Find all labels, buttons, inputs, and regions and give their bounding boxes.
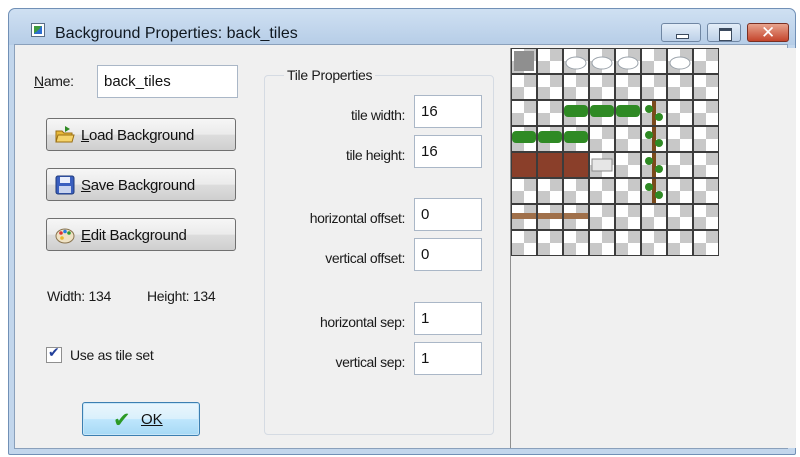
folder-open-icon [55, 126, 75, 143]
title-bar[interactable]: Background Properties: back_tiles ✕ [9, 9, 795, 45]
vertical-sep-input[interactable]: 1 [414, 342, 482, 375]
checkmark-icon: ✔ [113, 408, 131, 432]
tile-width-label: tile width: [351, 107, 405, 123]
name-label: Name: [34, 73, 74, 89]
background-preview-pane[interactable] [510, 48, 796, 448]
minimize-button[interactable] [661, 23, 701, 42]
tile-properties-title: Tile Properties [284, 67, 376, 83]
name-input[interactable]: back_tiles [97, 65, 238, 98]
save-background-button[interactable]: Save Background [46, 168, 236, 201]
use-as-tileset-checkbox[interactable]: ✔ [46, 345, 62, 363]
edit-background-button[interactable]: Edit Background [46, 218, 236, 251]
window-title: Background Properties: back_tiles [55, 25, 298, 42]
vertical-offset-label: vertical offset: [325, 250, 405, 266]
maximize-button[interactable] [707, 23, 741, 42]
name-label-text: ame: [43, 73, 74, 89]
vertical-offset-input[interactable]: 0 [414, 238, 482, 271]
ok-label: OK [141, 411, 163, 428]
ok-button[interactable]: ✔ OK [82, 402, 200, 436]
checkmark-icon: ✔ [48, 345, 60, 361]
close-icon: ✕ [761, 23, 776, 43]
tileset-preview-image [511, 48, 719, 256]
paint-palette-icon [55, 228, 75, 244]
width-readout: Width: 134 [47, 288, 111, 304]
close-button[interactable]: ✕ [747, 23, 789, 43]
edit-label: dit Background [90, 227, 187, 244]
tile-height-input[interactable]: 16 [414, 135, 482, 168]
horizontal-offset-input[interactable]: 0 [414, 198, 482, 231]
load-label: oad Background [89, 127, 195, 144]
background-resource-icon [31, 23, 45, 37]
floppy-disk-icon [55, 175, 75, 195]
horizontal-offset-label: horizontal offset: [309, 210, 406, 226]
tile-width-input[interactable]: 16 [414, 95, 482, 128]
horizontal-sep-input[interactable]: 1 [414, 302, 482, 335]
use-as-tileset-label: Use as tile set [70, 347, 154, 363]
load-background-button[interactable]: Load Background [46, 118, 236, 151]
horizontal-sep-label: horizontal sep: [319, 314, 405, 330]
save-label: ave Background [90, 177, 196, 194]
vertical-sep-label: vertical sep: [335, 354, 406, 370]
height-readout: Height: 134 [147, 288, 216, 304]
tile-height-label: tile height: [345, 147, 405, 163]
